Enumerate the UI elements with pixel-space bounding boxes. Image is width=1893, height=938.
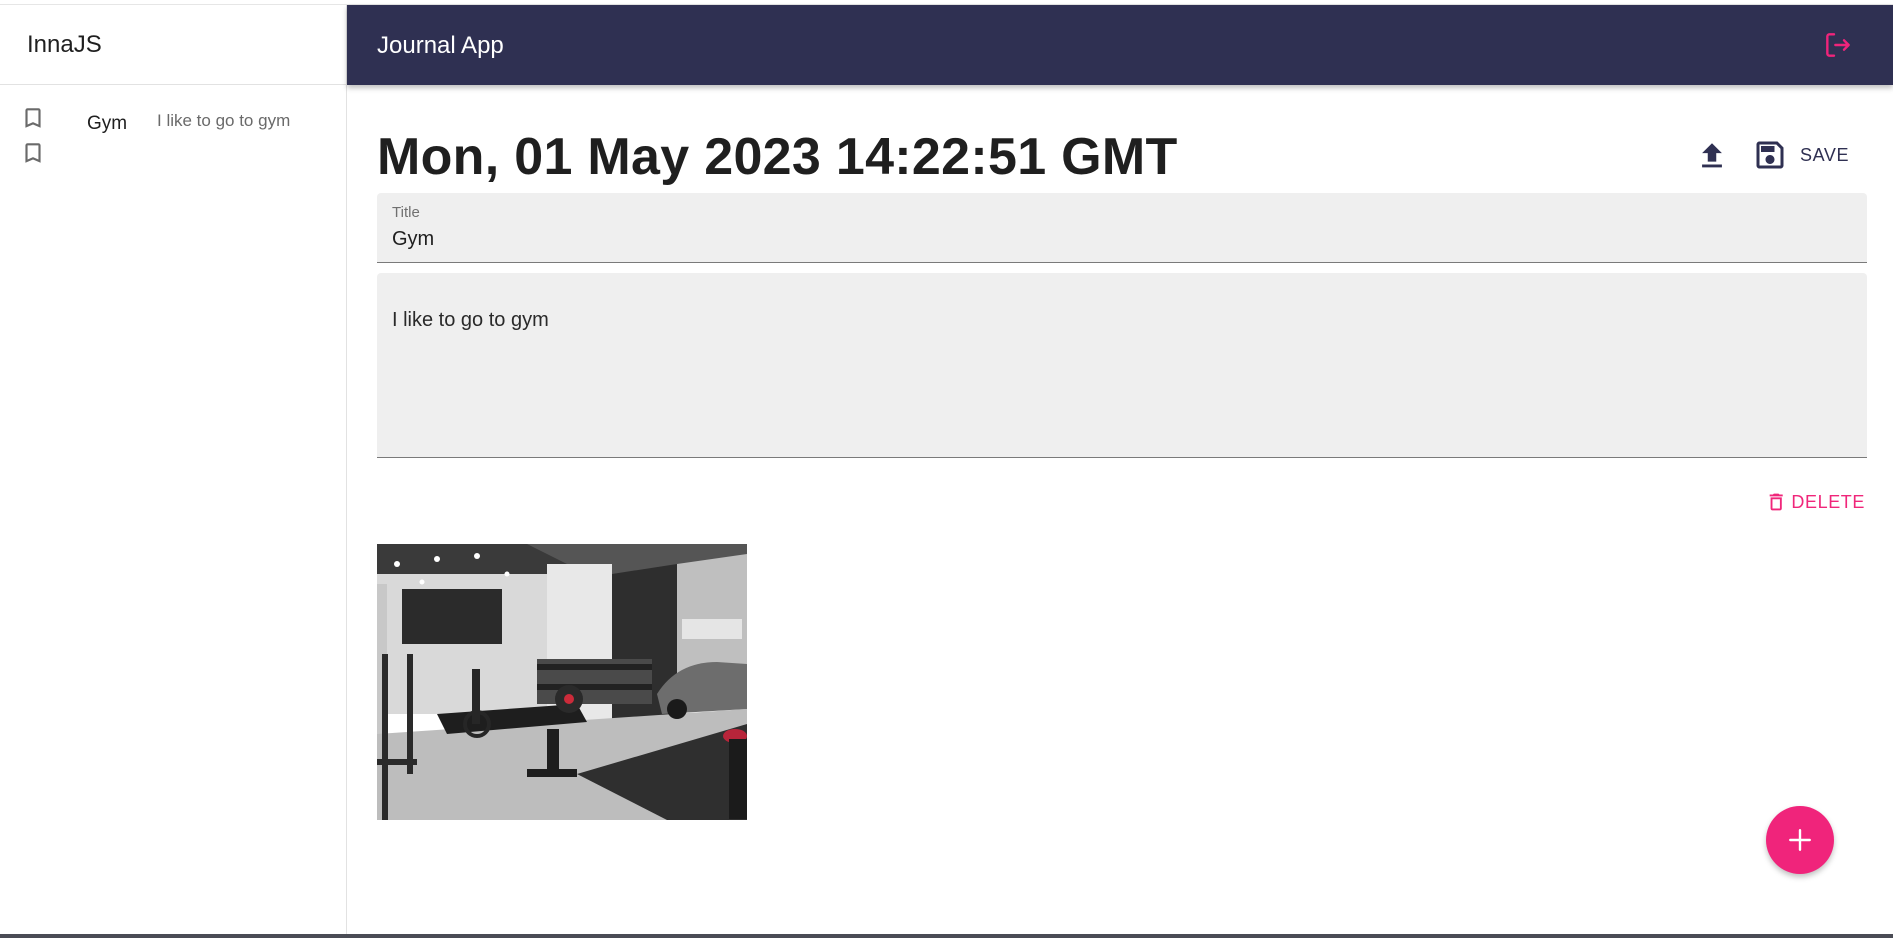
save-button-label: SAVE — [1800, 144, 1850, 165]
delete-button[interactable]: DELETE — [1765, 487, 1865, 517]
plus-icon — [1789, 829, 1811, 851]
note-editor: Mon, 01 May 2023 14:22:51 GMT SAVE Title… — [347, 85, 1893, 934]
trash-icon — [1769, 493, 1783, 511]
note-list-item-title: Gym — [87, 113, 128, 134]
body-field-value: I like to go to gym — [392, 309, 549, 331]
title-field[interactable]: Title Gym — [377, 193, 1867, 263]
note-list-item[interactable] — [0, 140, 346, 195]
note-list-item-body: I like to go to gym — [157, 111, 291, 130]
logout-icon[interactable] — [1822, 29, 1854, 61]
body-field[interactable]: I like to go to gym — [377, 273, 1867, 458]
floppy-disk-icon — [1756, 141, 1784, 169]
app-bar: Journal App — [347, 5, 1893, 85]
sidebar-user-name: InnaJS — [0, 5, 346, 85]
note-list-item[interactable]: Gym I like to go to gym — [0, 85, 346, 140]
upload-icon[interactable] — [1695, 139, 1729, 173]
delete-button-label: DELETE — [1791, 491, 1865, 512]
sidebar: InnaJS Gym I like to go to gym — [0, 5, 347, 934]
add-note-button[interactable] — [1766, 806, 1834, 874]
bookmark-icon — [25, 143, 41, 163]
note-list: Gym I like to go to gym — [0, 85, 346, 195]
title-field-value: Gym — [392, 228, 435, 250]
save-button[interactable]: SAVE — [1752, 135, 1862, 175]
window-bottom-strip — [0, 934, 1893, 938]
note-image[interactable] — [377, 544, 747, 820]
note-date: Mon, 01 May 2023 14:22:51 GMT — [377, 128, 1178, 186]
bookmark-icon — [25, 108, 41, 128]
app-title: Journal App — [377, 32, 504, 59]
title-field-label: Title — [392, 204, 420, 221]
